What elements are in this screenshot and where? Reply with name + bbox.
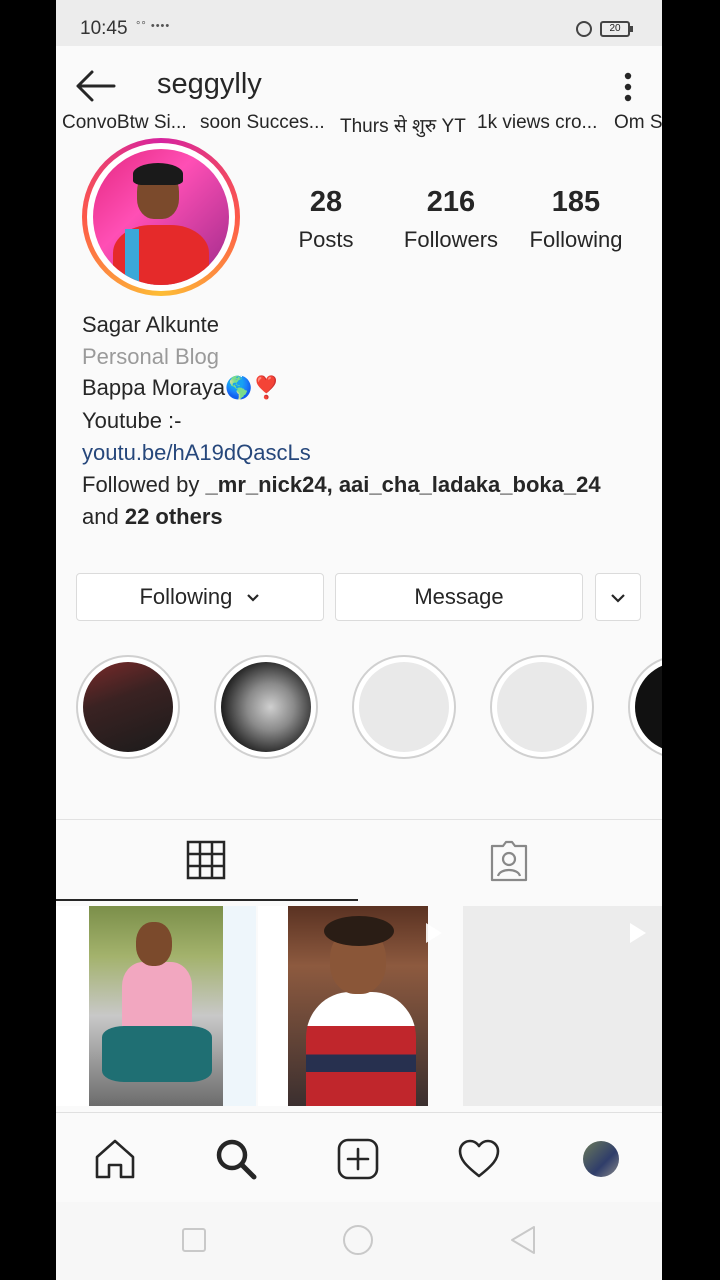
highlight-label: ConvoBtw Si... <box>62 112 187 133</box>
search-icon[interactable] <box>214 1137 258 1181</box>
highlight-item[interactable] <box>628 655 662 759</box>
followed-by-and: and <box>82 504 125 529</box>
post-thumbnail[interactable] <box>56 906 256 1106</box>
followers-count[interactable]: 216 Followers <box>381 186 521 253</box>
followed-by-prefix: Followed by <box>82 472 206 497</box>
home-circle-icon[interactable] <box>342 1224 374 1256</box>
following-label: Following <box>529 227 623 252</box>
followers-number: 216 <box>426 186 476 218</box>
status-bar: 10:45 °° •••• 20 <box>56 0 662 46</box>
avatar-photo <box>93 149 229 285</box>
posts-label: Posts <box>298 227 354 252</box>
posts-number: 28 <box>309 186 343 218</box>
more-options-icon[interactable] <box>618 70 638 104</box>
chevron-down-icon <box>611 594 625 603</box>
profile-category: Personal Blog <box>82 344 219 369</box>
lock-icon <box>576 21 592 37</box>
add-post-icon[interactable] <box>336 1137 380 1181</box>
profile-avatar[interactable] <box>82 138 240 296</box>
highlight-cover <box>635 662 662 752</box>
play-icon <box>630 923 646 943</box>
post-thumbnail[interactable] <box>258 906 458 1106</box>
posts-count: 28 Posts <box>256 186 396 253</box>
back-triangle-icon[interactable] <box>508 1224 538 1256</box>
status-time: 10:45 <box>80 18 128 39</box>
recent-apps-icon[interactable] <box>180 1226 208 1254</box>
active-tab-indicator <box>56 899 358 901</box>
play-icon <box>426 923 442 943</box>
post-thumbnail[interactable] <box>463 906 662 1106</box>
tab-divider <box>56 819 662 820</box>
highlight-label: Om S <box>614 112 662 133</box>
back-arrow-icon[interactable] <box>72 66 118 106</box>
followed-by-others[interactable]: and 22 others <box>82 504 642 530</box>
profile-username: seggylly <box>157 68 262 100</box>
chevron-down-icon <box>246 594 259 602</box>
phone-screen: 10:45 °° •••• 20 seggylly 28 Posts 216 F… <box>56 0 662 1280</box>
message-button[interactable]: Message <box>335 573 583 621</box>
tagged-person-icon[interactable] <box>488 840 530 882</box>
followers-label: Followers <box>403 227 499 252</box>
bio-line-1: Bappa Moraya🌎❣️ <box>82 375 280 400</box>
suggested-dropdown-button[interactable] <box>595 573 641 621</box>
battery-icon: 20 <box>600 21 633 37</box>
highlight-cover <box>359 662 449 752</box>
profile-avatar-small[interactable] <box>583 1141 619 1177</box>
following-number: 185 <box>551 186 601 218</box>
highlight-cover <box>221 662 311 752</box>
following-button-label: Following <box>139 584 233 609</box>
system-nav-bar <box>56 1202 662 1280</box>
highlight-label: 1k views cro... <box>477 112 598 133</box>
heart-icon[interactable] <box>457 1137 501 1181</box>
highlight-item[interactable] <box>490 655 594 759</box>
highlight-item[interactable] <box>214 655 318 759</box>
highlight-label: Thurs से शुरु YT <box>340 116 466 137</box>
highlight-cover <box>497 662 587 752</box>
highlight-item[interactable] <box>352 655 456 759</box>
followed-by-users: _mr_nick24, aai_cha_ladaka_boka_24 <box>205 472 601 497</box>
bio-line-2: Youtube :- <box>82 408 182 433</box>
highlight-label: soon Succes... <box>200 112 325 133</box>
highlight-cover <box>83 662 173 752</box>
bottom-nav <box>56 1112 662 1203</box>
following-count[interactable]: 185 Following <box>506 186 646 253</box>
followed-by-count: 22 others <box>124 504 223 529</box>
profile-name: Sagar Alkunte <box>82 312 219 337</box>
message-button-label: Message <box>414 584 504 609</box>
followed-by-text[interactable]: Followed by _mr_nick24, aai_cha_ladaka_b… <box>82 472 642 498</box>
signal-icon: °° •••• <box>136 20 171 32</box>
bio-link[interactable]: youtu.be/hA19dQascLs <box>82 440 642 466</box>
home-icon[interactable] <box>93 1137 137 1181</box>
following-button[interactable]: Following <box>76 573 324 621</box>
grid-icon[interactable] <box>186 840 226 880</box>
highlight-item[interactable] <box>76 655 180 759</box>
